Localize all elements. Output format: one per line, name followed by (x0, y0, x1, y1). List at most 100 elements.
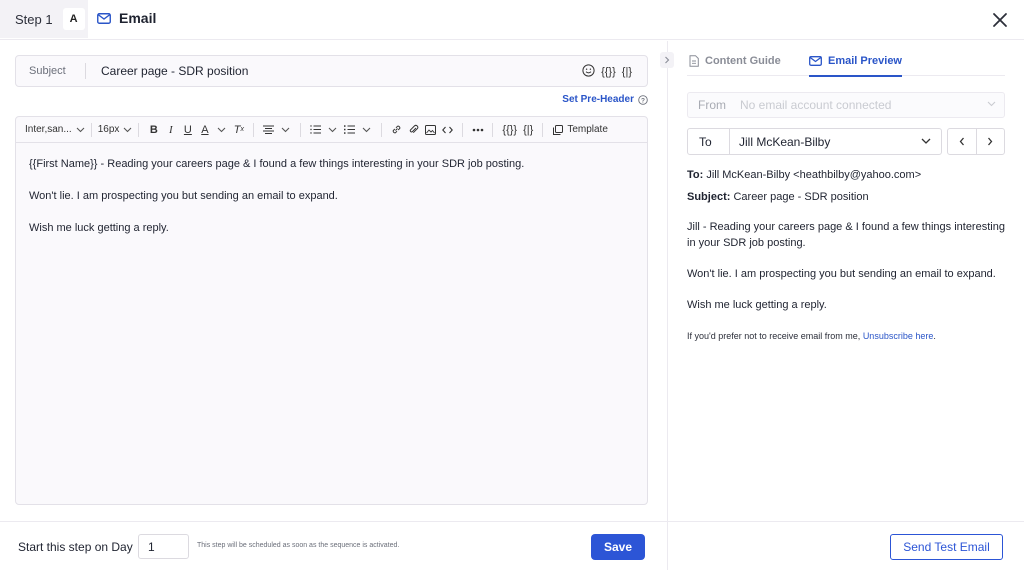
close-button[interactable] (990, 10, 1010, 30)
start-day-input[interactable] (138, 534, 189, 559)
align-icon (263, 125, 275, 134)
preview-subject-value: Career page - SDR position (733, 191, 869, 203)
toolbar-divider (253, 122, 255, 137)
chevron-down-icon (987, 101, 996, 107)
align-button[interactable] (260, 121, 277, 138)
bullet-list-dropdown[interactable] (358, 121, 375, 138)
toolbar-divider (381, 122, 383, 137)
recipient-value: Jill McKean-Bilby (739, 134, 831, 149)
toolbar-divider (542, 122, 544, 137)
mail-icon (97, 12, 111, 24)
subject-label: Subject (16, 63, 86, 79)
code-button[interactable] (439, 121, 456, 138)
insert-variable-button[interactable]: {{}} (499, 121, 520, 138)
chevron-down-icon (329, 127, 337, 132)
image-icon (425, 124, 437, 135)
toolbar-divider (300, 122, 302, 137)
subject-input[interactable] (101, 64, 561, 78)
chevron-down-icon (921, 138, 931, 144)
align-dropdown[interactable] (277, 121, 294, 138)
ordered-list-dropdown[interactable] (324, 121, 341, 138)
next-recipient-button[interactable] (975, 129, 1005, 154)
more-options-button[interactable] (469, 121, 486, 138)
mail-icon (809, 56, 822, 66)
variant-badge[interactable]: A (62, 8, 85, 30)
italic-button[interactable]: I (162, 121, 179, 138)
set-preheader-link[interactable]: Set Pre-Header ? (562, 94, 648, 105)
text-color-dropdown[interactable] (213, 121, 230, 138)
ordered-list-button[interactable] (307, 121, 324, 138)
template-icon (553, 124, 564, 135)
attachment-button[interactable] (405, 121, 422, 138)
unsubscribe-suffix: . (933, 331, 936, 341)
underline-button[interactable]: U (179, 121, 196, 138)
close-icon (993, 13, 1007, 27)
email-step-editor: Step 1 A Email Subject {{}} {|} Set Pre-… (0, 0, 1024, 570)
font-family-value: Inter,san... (25, 124, 72, 135)
bullet-list-button[interactable] (341, 121, 358, 138)
subject-variable-button[interactable]: {{}} (601, 66, 616, 78)
unsubscribe-notice: If you'd prefer not to receive email fro… (687, 328, 1005, 344)
clear-format-button[interactable]: Tx (230, 121, 247, 138)
toolbar-divider (90, 122, 92, 137)
tab-email-preview-label: Email Preview (828, 55, 902, 67)
toolbar-divider (138, 122, 140, 137)
previous-recipient-button[interactable] (948, 129, 976, 154)
preview-to-line: To: Jill McKean-Bilby <heathbilby@yahoo.… (687, 167, 1005, 183)
preview-tabs: Content Guide Email Preview (687, 46, 1005, 77)
step-tab[interactable]: Step 1 A (0, 0, 88, 38)
chevron-down-icon (76, 127, 85, 132)
font-family-select[interactable]: Inter,san... (25, 117, 85, 143)
footer-divider (0, 521, 1024, 522)
step-label: Step 1 (15, 11, 53, 27)
svg-text:?: ? (641, 97, 645, 104)
from-label: From (698, 98, 726, 112)
step-type-label: Email (119, 10, 157, 26)
tab-email-preview[interactable]: Email Preview (809, 46, 902, 77)
collapse-panel-button[interactable] (660, 52, 674, 68)
font-size-select[interactable]: 16px (98, 117, 133, 143)
bold-button[interactable]: B (145, 121, 162, 138)
from-placeholder: No email account connected (740, 98, 892, 112)
chevron-down-icon (363, 127, 371, 132)
preview-subject-line: Subject: Career page - SDR position (687, 189, 1005, 205)
tab-content-guide[interactable]: Content Guide (689, 46, 781, 76)
document-icon (689, 55, 699, 67)
start-day-label: Start this step on Day (18, 540, 133, 554)
emoji-icon[interactable] (582, 64, 595, 80)
preview-paragraph: Won't lie. I am prospecting you but send… (687, 268, 996, 280)
from-select: From No email account connected (687, 92, 1005, 118)
recipient-select[interactable]: To Jill McKean-Bilby (687, 128, 942, 155)
text-color-button[interactable]: A (196, 121, 213, 138)
preview-to-label: To: (687, 169, 704, 181)
send-test-email-button[interactable]: Send Test Email (890, 534, 1003, 560)
code-icon (442, 126, 454, 133)
chevron-left-icon (959, 137, 964, 146)
chevron-down-icon (218, 127, 226, 132)
preview-subject-label: Subject: (687, 191, 731, 203)
insert-snippet-button[interactable]: {|} (520, 121, 536, 138)
schedule-hint: This step will be scheduled as soon as t… (197, 542, 400, 549)
chevron-down-icon (124, 127, 132, 132)
tab-content-guide-label: Content Guide (705, 55, 781, 67)
link-button[interactable] (388, 121, 405, 138)
subject-tools: {{}} {|} (582, 64, 632, 80)
recipient-nav (947, 128, 1005, 155)
template-button[interactable]: Template (553, 117, 608, 143)
link-icon (393, 125, 401, 134)
unsubscribe-link[interactable]: Unsubscribe here (863, 331, 934, 341)
preview-body: Jill - Reading your careers page & I fou… (687, 219, 1005, 313)
editor-content[interactable]: {{First Name}} - Reading your careers pa… (16, 143, 647, 267)
subject-snippet-button[interactable]: {|} (622, 66, 632, 78)
toolbar-divider (492, 122, 494, 137)
email-preview: To: Jill McKean-Bilby <heathbilby@yahoo.… (687, 167, 1005, 344)
unsubscribe-text: If you'd prefer not to receive email fro… (687, 331, 861, 341)
editor-toolbar: Inter,san... 16px B I U A Tx {{}} {|} Te… (16, 117, 647, 143)
ordered-list-icon (310, 125, 322, 134)
editor-paragraph: Wish me luck getting a reply. (29, 222, 169, 234)
more-icon (472, 128, 484, 131)
template-label: Template (567, 124, 608, 135)
image-button[interactable] (422, 121, 439, 138)
save-button[interactable]: Save (591, 534, 645, 560)
chevron-right-icon (988, 137, 993, 146)
